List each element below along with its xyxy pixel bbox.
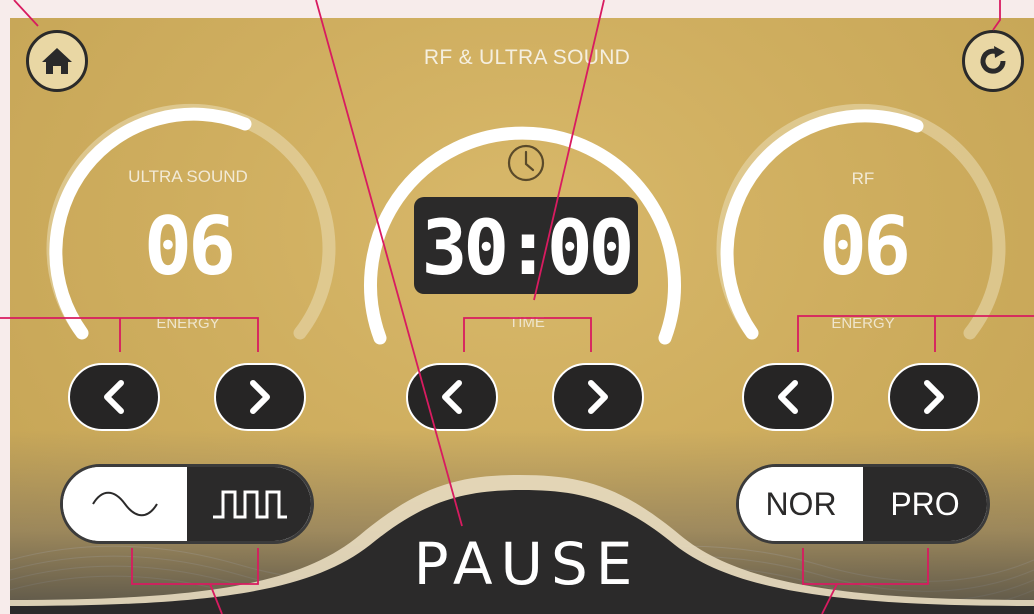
annotation-lines (0, 0, 1034, 614)
screenshot-stage: RF & ULTRA SOUND ULTRA SOUND 06 ENERGY 3… (0, 0, 1034, 614)
annotation-leaders (0, 0, 1034, 614)
